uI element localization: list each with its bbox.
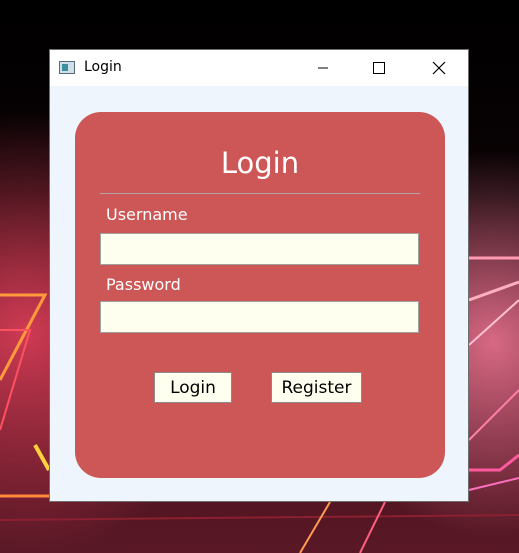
maximize-icon (373, 62, 385, 74)
close-icon (432, 61, 446, 75)
username-input[interactable] (100, 233, 419, 265)
window-title: Login (84, 59, 122, 75)
password-input[interactable] (100, 301, 419, 333)
close-button[interactable] (416, 50, 462, 86)
login-window: Login Login Username Password Login Regi… (49, 49, 469, 502)
register-button[interactable]: Register (271, 372, 362, 403)
password-label: Password (106, 275, 181, 294)
maximize-button[interactable] (356, 50, 402, 86)
login-card: Login Username Password Login Register (75, 112, 445, 478)
heading-divider (100, 193, 420, 194)
login-heading: Login (220, 146, 300, 180)
minimize-button[interactable] (300, 50, 346, 86)
title-bar[interactable]: Login (50, 50, 468, 86)
window-client-area: Login Username Password Login Register (50, 86, 468, 501)
app-window-icon (59, 61, 75, 74)
username-label: Username (106, 205, 188, 224)
login-button[interactable]: Login (154, 372, 232, 403)
minimize-icon (318, 67, 328, 69)
